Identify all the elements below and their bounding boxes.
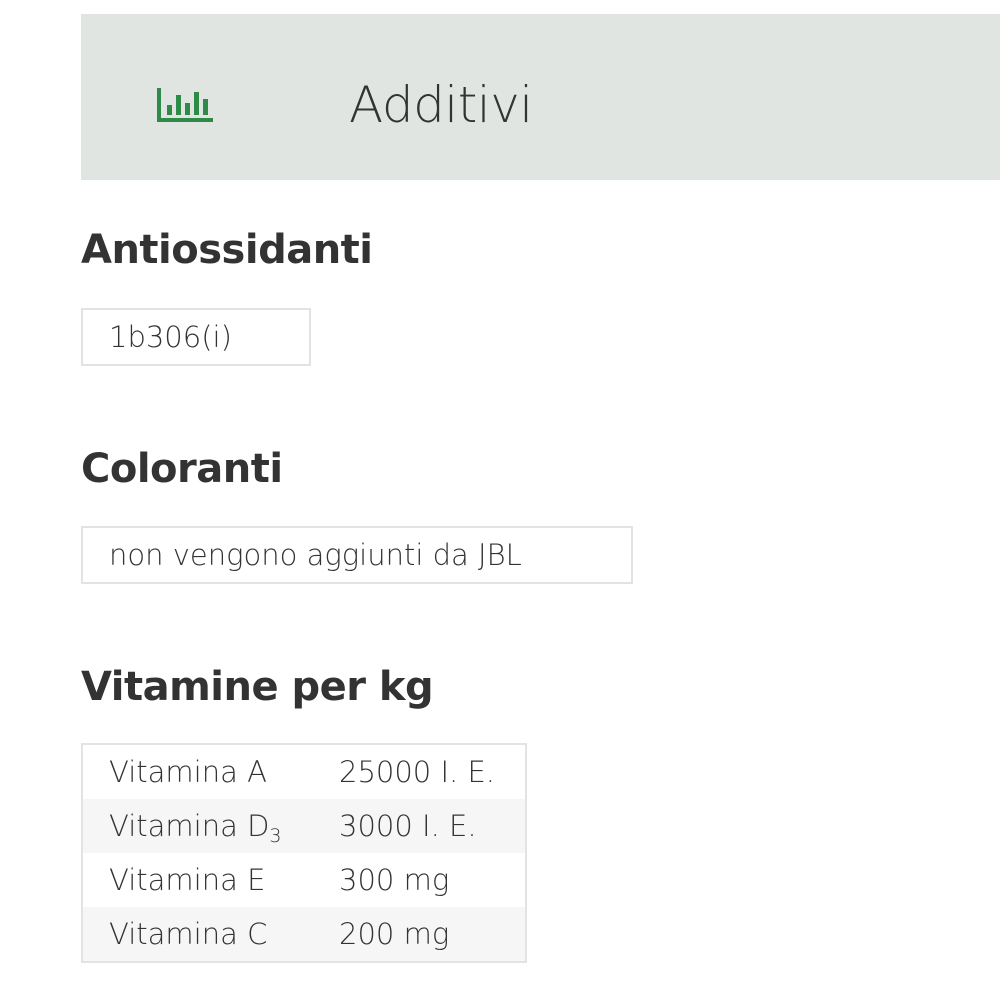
vitamin-name: Vitamina E [82,853,339,907]
vitamins-table: Vitamina A 25000 I. E. Vitamina D3 3000 … [81,743,527,963]
vitamin-amount: 200 mg [339,907,526,962]
section-header: Additivi [81,14,1000,180]
table-row: Vitamina A 25000 I. E. [82,744,526,799]
page-title: Additivi [349,76,533,134]
table-row: Vitamina E 300 mg [82,853,526,907]
vitamins-heading: Vitamine per kg [81,664,434,710]
colorants-heading: Coloranti [81,446,283,492]
vitamin-name: Vitamina C [82,907,339,962]
vitamin-name: Vitamina A [82,744,339,799]
vitamin-amount: 3000 I. E. [339,799,526,853]
vitamin-name: Vitamina D3 [82,799,339,853]
table-row: Vitamina C 200 mg [82,907,526,962]
antioxidants-heading: Antiossidanti [81,227,373,273]
bar-chart-icon [157,88,213,122]
antioxidants-value: 1b306(i) [81,308,311,366]
table-row: Vitamina D3 3000 I. E. [82,799,526,853]
vitamin-amount: 300 mg [339,853,526,907]
vitamin-amount: 25000 I. E. [339,744,526,799]
colorants-value: non vengono aggiunti da JBL [81,526,633,584]
